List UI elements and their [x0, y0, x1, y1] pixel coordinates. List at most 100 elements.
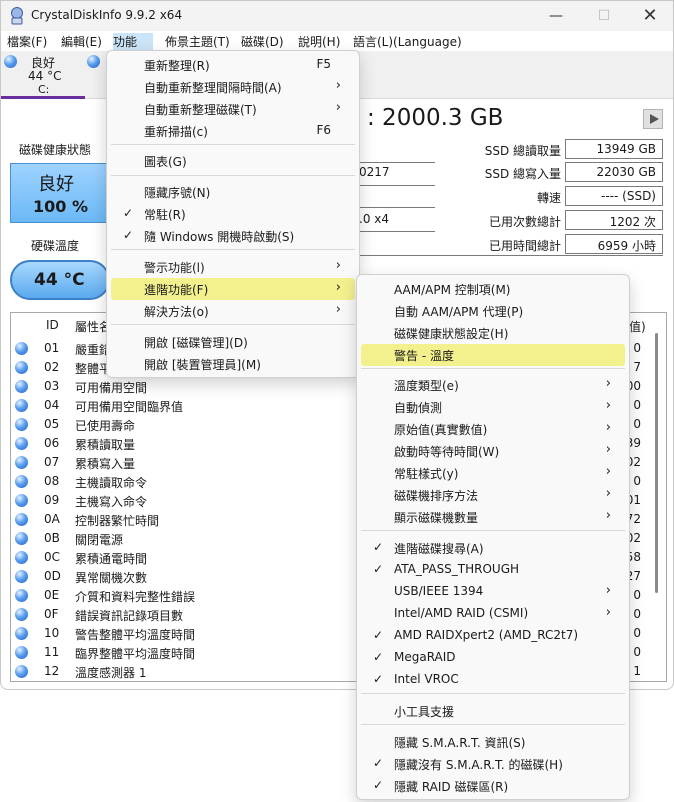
function-menu-item[interactable]: 重新掃描(c) F6 [111, 120, 355, 142]
advanced-menu-item[interactable]: USB/IEEE 1394 › [361, 581, 625, 603]
advanced-menu-item[interactable]: MegaRAID ✓ [361, 647, 625, 669]
function-menu-item[interactable]: 圖表(G) [111, 150, 355, 172]
menu-help[interactable]: 說明(H) [298, 33, 340, 50]
menu-file[interactable]: 檔案(F) [7, 33, 47, 50]
status-ball-icon [15, 608, 28, 621]
stat-value-write: 22030 GB [565, 162, 663, 182]
function-menu-item[interactable]: 警示功能(l) › [111, 256, 355, 278]
row-id: 10 [44, 626, 60, 640]
function-menu-item[interactable]: 解決方法(o) › [111, 300, 355, 322]
advanced-menu-item[interactable]: Intel VROC ✓ [361, 669, 625, 691]
health-status-box[interactable]: 良好 100 % [10, 163, 110, 223]
advanced-menu-item[interactable]: Intel/AMD RAID (CSMI) › [361, 603, 625, 625]
row-id: 0B [44, 531, 60, 545]
status-ball-icon [15, 456, 28, 469]
advanced-menu-item[interactable]: 自動偵測 › [361, 396, 625, 418]
advanced-menu-item[interactable]: 進階磁碟搜尋(A) ✓ [361, 537, 625, 559]
chevron-right-icon: › [335, 280, 341, 295]
menu-item-label: 進階磁碟搜尋(A) [394, 542, 484, 556]
menu-item-label: Intel VROC [394, 672, 459, 686]
menu-item-label: 磁碟健康狀態設定(H) [394, 327, 509, 341]
function-menu-item[interactable]: 開啟 [裝置管理員](M) [111, 353, 355, 375]
function-menu: 重新整理(R) F5 自動重新整理間隔時間(A) › 自動重新整理磁碟(T) › 重新掃描(… [106, 50, 360, 378]
menu-item-label: MegaRAID [394, 650, 456, 664]
stat-label-read: SSD 總讀取量 [484, 144, 561, 158]
advanced-menu-item[interactable]: 溫度類型(e) › [361, 374, 625, 396]
info-field-line [359, 185, 435, 186]
advanced-menu-item[interactable]: ATA_PASS_THROUGH ✓ [361, 559, 625, 581]
menu-theme[interactable]: 佈景主題(T) [165, 33, 230, 50]
advanced-menu-item[interactable]: 磁碟機排序方法 › [361, 484, 625, 506]
menu-item-label: 警告 - 溫度 [394, 349, 454, 363]
stat-value-rpm: ---- (SSD) [565, 186, 663, 206]
column-header-raw[interactable]: 值) [629, 313, 646, 337]
row-attribute: 警告整體平均溫度時間 [75, 628, 196, 642]
menu-item-label: 重新掃描(c) [144, 125, 208, 139]
row-attribute: 累積讀取量 [75, 438, 136, 452]
advanced-menu-item[interactable]: 自動 AAM/APM 代理(P) [361, 300, 625, 322]
function-menu-item[interactable]: 常駐(R) ✓ [111, 203, 355, 225]
menu-item-label: 圖表(G) [144, 155, 187, 169]
chevron-right-icon: › [605, 605, 611, 620]
status-ball-icon [15, 570, 28, 583]
stat-label-power-hours: 已用時間總計 [488, 239, 561, 253]
advanced-menu-item[interactable]: 警告 - 溫度 [361, 344, 625, 366]
row-attribute: 錯誤資訊記錄項目數 [75, 609, 184, 623]
table-scrollbar[interactable] [655, 333, 658, 593]
health-percent: 100 % [33, 197, 88, 216]
function-menu-item[interactable]: 自動重新整理磁碟(T) › [111, 98, 355, 120]
chevron-right-icon: › [335, 100, 341, 115]
advanced-menu-item[interactable]: 顯示磁碟機數量 › [361, 506, 625, 528]
stat-value-read: 13949 GB [565, 139, 663, 159]
drive-letter: C: [38, 83, 50, 96]
minimize-button[interactable]: — [533, 3, 579, 29]
maximize-button[interactable]: ☐ [581, 3, 627, 29]
advanced-menu-item[interactable]: 小工具支援 [361, 700, 625, 722]
menu-separator [361, 693, 625, 694]
app-icon [11, 7, 23, 25]
row-id: 02 [44, 360, 60, 374]
info-field-line [359, 255, 663, 256]
status-ball-icon [15, 399, 28, 412]
row-attribute: 已使用壽命 [75, 419, 136, 433]
advanced-menu-item[interactable]: AAM/APM 控制項(M) [361, 278, 625, 300]
menu-item-label: 隱藏序號(N) [144, 186, 211, 200]
advanced-menu-item[interactable]: 原始值(真實數值) › [361, 418, 625, 440]
drive-tab-c[interactable]: 良好 44 °C C: [1, 51, 85, 99]
menu-separator [111, 175, 355, 176]
row-id: 12 [44, 664, 60, 678]
stat-label-write: SSD 總寫入量 [484, 167, 561, 181]
function-menu-item[interactable]: 進階功能(F) › [111, 278, 355, 300]
function-menu-item[interactable]: 重新整理(R) F5 [111, 54, 355, 76]
advanced-menu-item[interactable]: 隱藏 S.M.A.R.T. 資訊(S) [361, 731, 625, 753]
disk-capacity: : 2000.3 GB [367, 105, 504, 131]
function-menu-item[interactable]: 隨 Windows 開機時啟動(S) ✓ [111, 225, 355, 247]
menu-edit[interactable]: 編輯(E) [61, 33, 102, 50]
advanced-menu-item[interactable]: 隱藏 RAID 磁碟區(R) ✓ [361, 775, 625, 797]
advanced-menu-item[interactable]: AMD RAIDXpert2 (AMD_RC2t7) ✓ [361, 625, 625, 647]
menu-disk[interactable]: 磁碟(D) [241, 33, 284, 50]
status-ball-icon [15, 418, 28, 431]
close-button[interactable]: ✕ [627, 3, 673, 29]
health-status-text: 良好 [38, 174, 74, 195]
menu-language[interactable]: 語言(L)(Language) [353, 33, 462, 50]
column-header-id[interactable]: ID [46, 313, 59, 337]
check-icon: ✓ [373, 562, 384, 576]
status-ball-icon [15, 342, 28, 355]
advanced-submenu: AAM/APM 控制項(M) 自動 AAM/APM 代理(P) 磁碟健康狀態設定(H… [356, 274, 630, 800]
function-menu-item[interactable]: 隱藏序號(N) [111, 181, 355, 203]
function-menu-item[interactable]: 自動重新整理間隔時間(A) › [111, 76, 355, 98]
info-field-line [359, 231, 435, 232]
menu-item-label: 自動重新整理間隔時間(A) [144, 81, 282, 95]
menu-item-label: AMD RAIDXpert2 (AMD_RC2t7) [394, 628, 579, 642]
advanced-menu-item[interactable]: 磁碟健康狀態設定(H) [361, 322, 625, 344]
chevron-right-icon: › [335, 78, 341, 93]
advanced-menu-item[interactable]: 啟動時等待時間(W) › [361, 440, 625, 462]
next-disk-button[interactable] [643, 109, 663, 129]
advanced-menu-item[interactable]: 常駐樣式(y) › [361, 462, 625, 484]
second-drive-ball-icon[interactable] [87, 55, 100, 68]
drive-temp: 44 °C [28, 69, 62, 83]
function-menu-item[interactable]: 開啟 [磁碟管理](D) [111, 331, 355, 353]
advanced-menu-item[interactable]: 隱藏沒有 S.M.A.R.T. 的磁碟(H) ✓ [361, 753, 625, 775]
row-attribute: 臨界整體平均溫度時間 [75, 647, 196, 661]
